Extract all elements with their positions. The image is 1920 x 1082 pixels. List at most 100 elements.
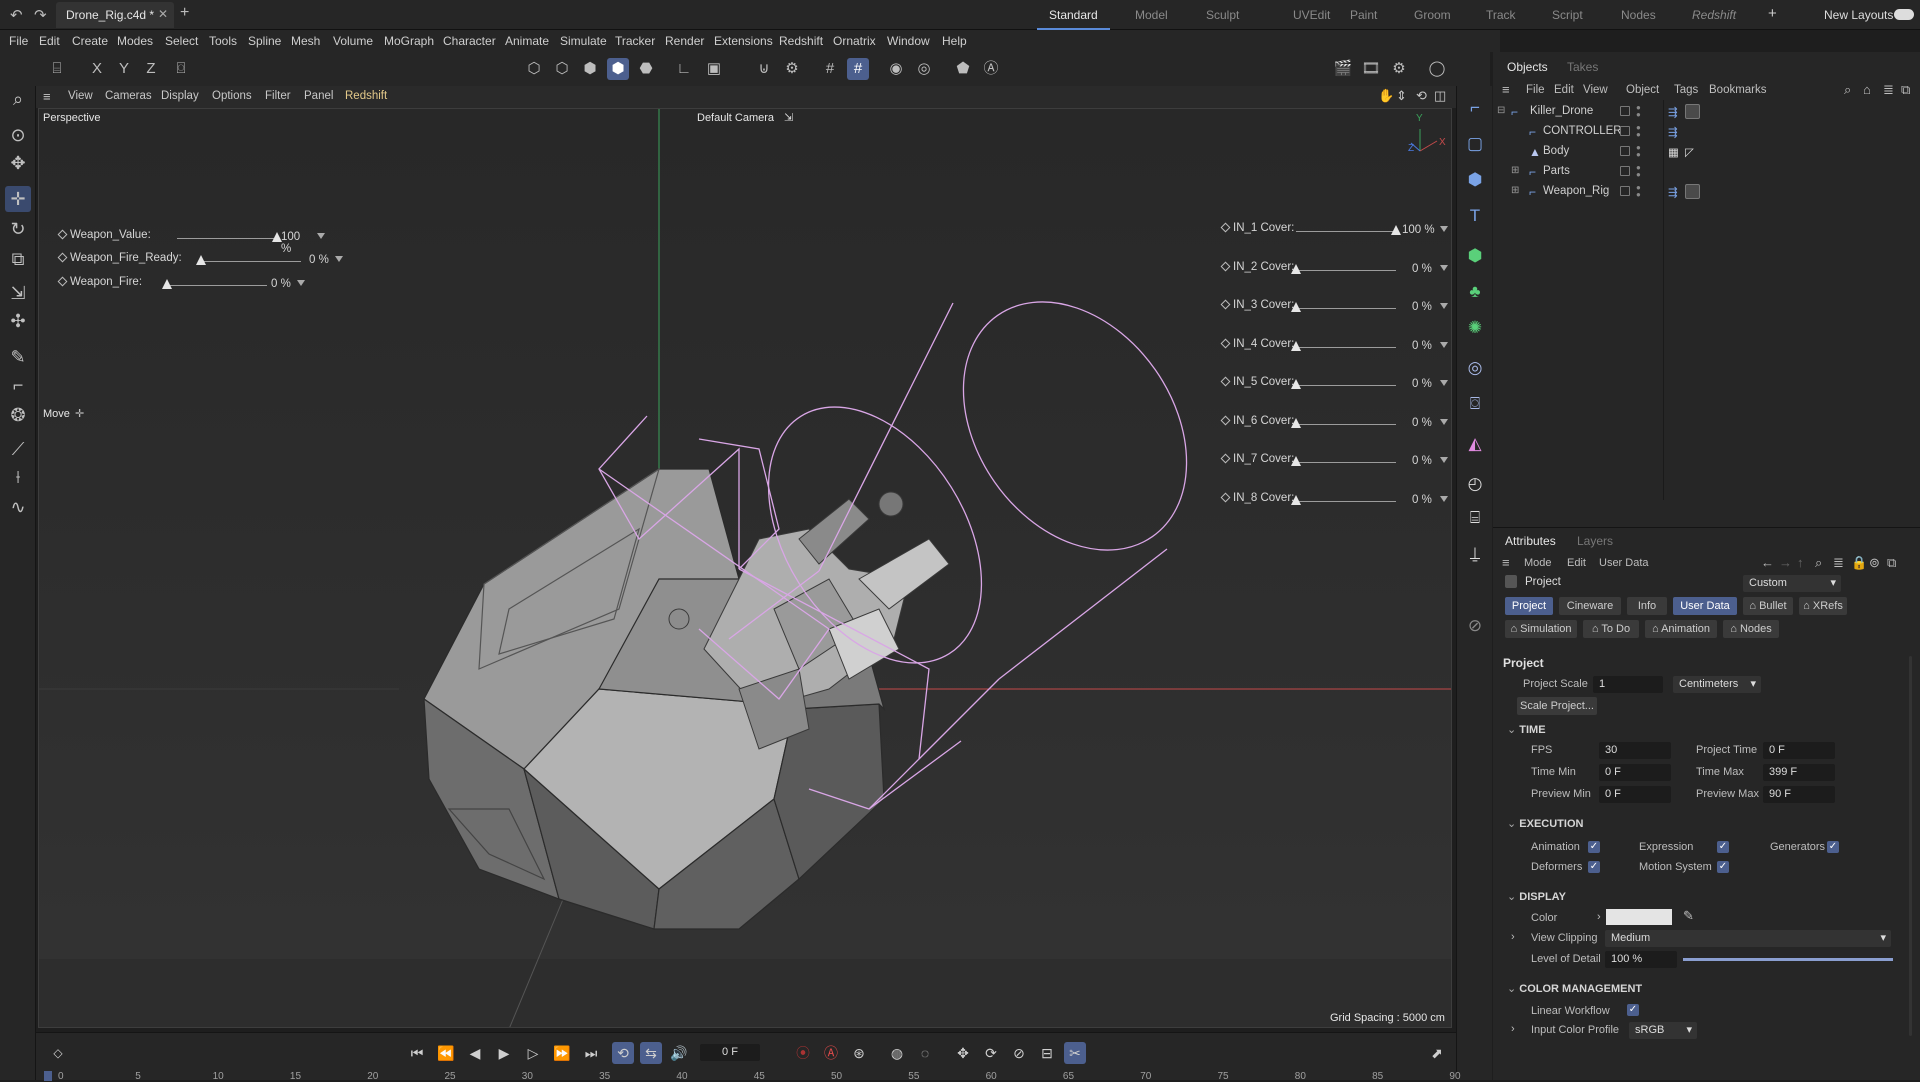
object-row-killer-drone[interactable]: ⊟ ⌐ Killer_Drone ● ● ⇶ [1493,102,1920,122]
chevron-down-icon[interactable] [317,233,325,239]
keyframe-diamond-icon[interactable] [1220,299,1231,310]
keyframe-diamond-icon[interactable] [57,252,68,263]
transfer-tool-icon[interactable]: ⇲ [5,280,31,306]
viewport-menu-filter[interactable]: Filter [265,90,291,102]
new-layouts-label[interactable]: New Layouts [1824,8,1893,22]
play-icon[interactable]: ▶ [493,1042,515,1064]
subtab-animation[interactable]: ⌂ Animation [1645,620,1717,638]
spline-rectangle-icon[interactable]: ▢ [1463,132,1487,156]
slider-track[interactable] [1296,346,1396,348]
home-icon[interactable]: ⌂ [1863,82,1871,97]
go-to-end-icon[interactable]: ⏭ [580,1042,602,1064]
collapse-icon[interactable]: ⊟ [1497,105,1505,116]
viewport-toggle-layout-icon[interactable]: ◫ [1434,88,1446,104]
viewport-menu-panel[interactable]: Panel [304,90,333,102]
lock-y-axis-icon[interactable]: Y [113,58,135,80]
sculpt-tool-icon[interactable]: ❂ [5,402,31,428]
uvw-tag-icon[interactable]: ▦ [1668,145,1679,159]
visibility-dots-icon[interactable]: ● ● [1636,124,1641,139]
null-object-icon[interactable]: ⌐ [1463,96,1487,120]
chevron-down-icon[interactable] [1440,495,1448,502]
layout-tab-paint[interactable]: Paint [1350,8,1377,22]
slider-knob[interactable] [162,279,172,289]
snap-icon[interactable]: ⊍ [753,58,775,80]
keyframe-diamond-icon[interactable] [1220,376,1231,387]
slider-knob[interactable] [1291,379,1301,389]
redshift-ipr-icon[interactable]: Ⓐ [980,58,1002,80]
key-move-icon[interactable]: ✥ [952,1042,974,1064]
render-view-icon[interactable]: ⬟ [952,58,974,80]
uv-mode-icon[interactable]: ⬣ [635,58,657,80]
menu-mograph[interactable]: MoGraph [384,34,434,48]
menu-volume[interactable]: Volume [333,34,373,48]
keyframe-diamond-icon[interactable] [1220,415,1231,425]
subtab-xrefs[interactable]: ⌂ XRefs [1799,597,1847,615]
lock-x-axis-icon[interactable]: X [86,58,108,80]
time-max-input[interactable]: 399 F [1763,764,1835,781]
volume-icon[interactable]: ◭ [1463,432,1487,456]
chevron-down-icon[interactable] [335,256,343,262]
objects-menu-object[interactable]: Object [1626,84,1659,96]
selection-tool-icon[interactable]: ⊙ [5,122,31,148]
add-layout-icon[interactable]: + [1768,5,1777,22]
chevron-down-icon[interactable] [1440,457,1448,463]
menu-render[interactable]: Render [665,34,704,48]
menu-tracker[interactable]: Tracker [615,34,655,48]
slider-track[interactable] [1296,462,1396,463]
visibility-checkbox[interactable] [1620,146,1630,156]
cover-slider[interactable]: IN_2 Cover: 0 % [1220,261,1450,279]
symmetry-icon[interactable]: ◎ [913,58,935,80]
menu-help[interactable]: Help [942,34,967,48]
cube-primitive-icon[interactable]: ⬢ [1463,168,1487,192]
attributes-menu-mode[interactable]: Mode [1524,557,1552,569]
menu-redshift[interactable]: Redshift [779,34,823,48]
layout-tab-uvedit[interactable]: UVEdit [1293,8,1330,22]
polygons-mode-icon[interactable]: ⬢ [579,58,601,80]
objects-menu-view[interactable]: View [1583,84,1608,96]
points-mode-icon[interactable]: ⬡ [523,58,545,80]
key-scale-icon[interactable]: ⟳ [980,1042,1002,1064]
menu-edit[interactable]: Edit [39,34,60,48]
keyframe-selection-icon[interactable]: ⊛ [848,1042,870,1064]
color-swatch[interactable] [1606,909,1672,925]
brush-tool-icon[interactable]: ⟋ [5,436,31,462]
redshift-render-icon[interactable]: ◯ [1426,58,1448,80]
subtab-user-data[interactable]: User Data [1673,597,1737,615]
subtab-info[interactable]: Info [1627,597,1667,615]
tab-attributes[interactable]: Attributes [1505,534,1556,548]
keyframe-diamond-icon[interactable] [1220,261,1231,271]
cover-slider[interactable]: IN_1 Cover: 100 % [1220,222,1450,240]
cloner-icon[interactable]: ♣ [1463,280,1487,304]
time-section-header[interactable]: TIME [1507,723,1545,736]
cover-slider[interactable]: IN_5 Cover: 0 % [1220,376,1450,394]
fps-input[interactable]: 30 [1599,742,1671,759]
weapon-fire-ready-slider[interactable]: Weapon_Fire_Ready: 0 % [57,252,343,270]
up-arrow-icon[interactable]: ↑ [1797,555,1804,570]
filter-icon[interactable]: ≣ [1833,555,1844,571]
axis-mode-icon[interactable]: ∟ [673,58,695,80]
object-row-parts[interactable]: ⊞ ⌐ Parts ● ● [1493,162,1920,182]
keyframe-diamond-icon[interactable] [1220,338,1231,348]
chevron-down-icon[interactable] [1440,303,1448,309]
coordinate-system-icon[interactable]: ⌼ [170,58,192,80]
edges-mode-icon[interactable]: ⬡ [551,58,573,80]
slider-track[interactable] [177,238,277,239]
timeline-graph-icon[interactable]: ⬈ [1426,1042,1448,1064]
current-frame-field[interactable]: 0 F [700,1044,760,1061]
viewport-pan-icon[interactable]: ✋ [1378,88,1394,104]
slider-knob[interactable] [1291,456,1301,466]
color-management-section-header[interactable]: COLOR MANAGEMENT [1507,982,1642,995]
execution-section-header[interactable]: EXECUTION [1507,817,1583,830]
menu-ornatrix[interactable]: Ornatrix [833,34,876,48]
menu-character[interactable]: Character [443,34,496,48]
loop-icon[interactable]: ⟲ [612,1042,634,1064]
viewport-menu-options[interactable]: Options [212,90,252,102]
preset-dropdown[interactable]: Custom ▾ [1743,575,1841,592]
slider-knob[interactable] [196,255,206,265]
render-to-picture-viewer-icon[interactable]: 🎞 [1360,58,1382,80]
texture-mode-icon[interactable]: ▣ [703,58,725,80]
object-row-body[interactable]: ▲ Body ● ● ▦ ◸ [1493,142,1920,162]
record-icon[interactable]: ⦿ [792,1042,814,1064]
tab-objects[interactable]: Objects [1507,60,1548,74]
scale-project-button[interactable]: Scale Project... [1517,697,1597,715]
